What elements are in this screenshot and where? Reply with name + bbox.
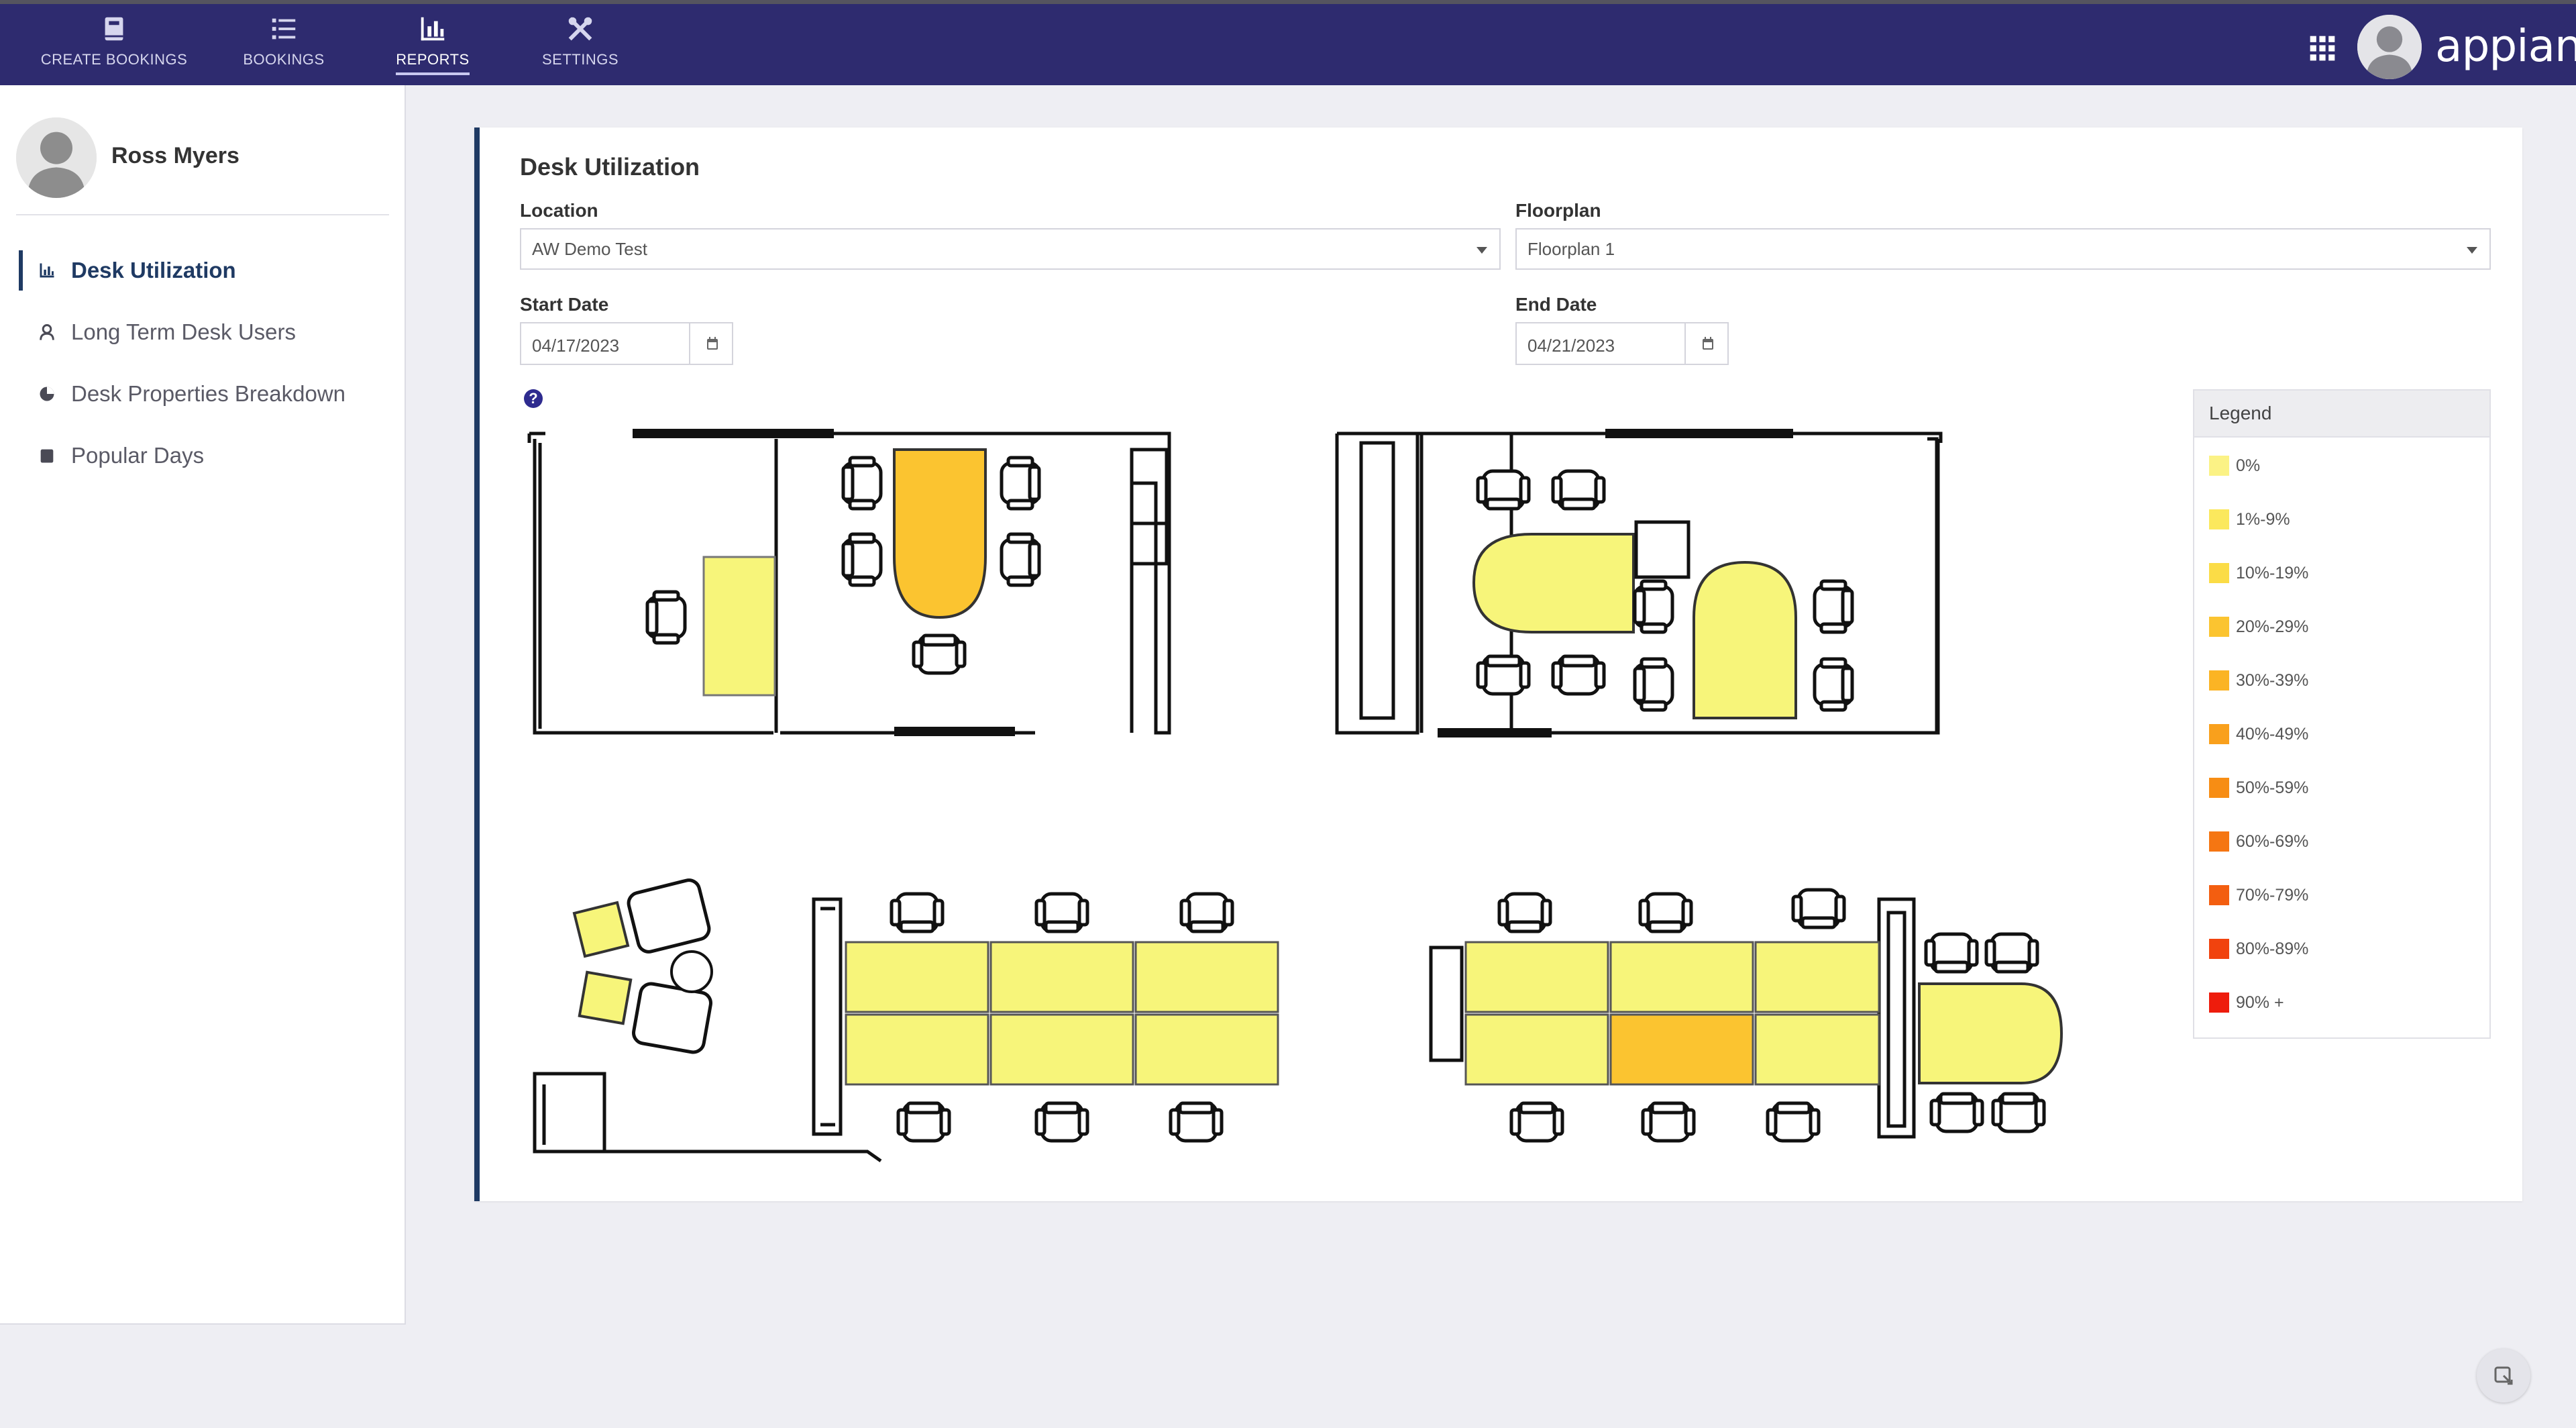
legend-item: 10%-19% [2209,560,2308,586]
sidebar-item-desk-properties-breakdown[interactable]: Desk Properties Breakdown [19,374,345,414]
nav-create-bookings[interactable]: CREATE BOOKINGS [34,13,195,81]
legend-swatch [2209,778,2229,798]
legend-swatch [2209,617,2229,637]
legend-label: 90% + [2236,992,2284,1012]
legend-item: 20%-29% [2209,613,2308,640]
legend-swatch [2209,456,2229,476]
legend-label: 20%-29% [2236,617,2309,636]
nav-label: REPORTS [396,51,470,75]
sidebar-item-label: Long Term Desk Users [71,319,297,344]
legend-swatch [2209,509,2229,529]
user-silhouette-icon [2357,15,2422,79]
legend-item: 50%-59% [2209,774,2308,801]
nav-bookings[interactable]: BOOKINGS [233,13,334,81]
bar-chart-icon [40,263,54,278]
bar-chart-icon [421,17,445,41]
floorplan-label: Floorplan [1515,200,1601,221]
desk-utilization-card: Desk Utilization Location AW Demo Test F… [474,128,2522,1201]
legend-swatch [2209,939,2229,959]
legend-swatch [2209,992,2229,1013]
legend-item: 30%-39% [2209,667,2308,694]
sidebar-item-label: Desk Utilization [71,258,236,283]
legend-swatch [2209,831,2229,852]
location-value: AW Demo Test [532,239,647,259]
appian-logo: appian [2435,20,2576,72]
feedback-button[interactable] [2477,1349,2530,1402]
nav-reports[interactable]: REPORTS [389,13,476,81]
end-date-field[interactable]: 04/21/2023 [1515,322,1729,365]
legend-item: 0% [2209,452,2260,479]
chevron-down-icon [2467,247,2477,254]
nav-label: BOOKINGS [243,51,325,68]
sidebar-item-long-term-desk-users[interactable]: Long Term Desk Users [19,312,296,352]
calendar-icon[interactable] [689,323,735,364]
nav-label: SETTINGS [541,51,619,68]
end-date-label: End Date [1515,294,1597,315]
user-avatar[interactable] [2357,15,2422,79]
legend-item: 40%-49% [2209,721,2308,748]
user-silhouette-icon [16,117,97,198]
sidebar-item-label: Popular Days [71,443,205,468]
legend-swatch [2209,670,2229,691]
floorplan-select[interactable]: Floorplan 1 [1515,228,2491,270]
legend-label: 70%-79% [2236,885,2309,905]
avatar [16,117,97,198]
nav-label: CREATE BOOKINGS [40,51,188,68]
user-name: Ross Myers [111,143,239,168]
legend-item: 60%-69% [2209,828,2308,855]
screenshot-icon [2494,1366,2513,1385]
nav-settings[interactable]: SETTINGS [537,13,624,81]
top-nav-bar: CREATE BOOKINGS BOOKINGS REPORTS SETTING… [0,0,2576,85]
legend: Legend 0% 1%-9% 10%-19% 20%-29% 30%-39% … [2193,389,2491,1039]
legend-swatch [2209,885,2229,905]
sidebar: Ross Myers Desk Utilization Long Term De… [0,85,406,1325]
users-icon [40,324,54,340]
sidebar-item-popular-days[interactable]: Popular Days [19,436,204,476]
end-date-value: 04/21/2023 [1527,336,1615,356]
location-select[interactable]: AW Demo Test [520,228,1501,270]
legend-label: 30%-39% [2236,670,2309,690]
legend-item: 1%-9% [2209,506,2290,533]
pie-chart-icon [40,387,54,401]
legend-label: 50%-59% [2236,778,2309,797]
book-icon [105,17,123,41]
floorplan-diagram [527,429,2063,1163]
start-date-field[interactable]: 04/17/2023 [520,322,733,365]
legend-swatch [2209,724,2229,744]
help-icon[interactable]: ? [524,389,543,408]
legend-item: 80%-89% [2209,935,2308,962]
legend-label: 1%-9% [2236,509,2290,529]
sidebar-divider [16,214,389,215]
legend-label: 40%-49% [2236,724,2309,744]
legend-title: Legend [2194,391,2489,438]
legend-label: 10%-19% [2236,563,2309,582]
legend-label: 60%-69% [2236,831,2309,851]
location-label: Location [520,200,598,221]
app-grid-icon[interactable] [2308,34,2337,63]
tools-icon [568,17,592,41]
start-date-label: Start Date [520,294,609,315]
legend-label: 80%-89% [2236,939,2309,958]
calendar-icon[interactable] [1684,323,1730,364]
page-title: Desk Utilization [520,153,700,181]
calendar-icon [40,449,54,463]
legend-item: 70%-79% [2209,882,2308,909]
legend-item: 90% + [2209,989,2284,1016]
floorplan-value: Floorplan 1 [1527,239,1615,259]
legend-label: 0% [2236,456,2261,475]
chevron-down-icon [1477,247,1487,254]
sidebar-item-desk-utilization[interactable]: Desk Utilization [19,250,236,291]
legend-swatch [2209,563,2229,583]
list-icon [272,18,296,40]
sidebar-item-label: Desk Properties Breakdown [71,381,346,406]
start-date-value: 04/17/2023 [532,336,620,356]
